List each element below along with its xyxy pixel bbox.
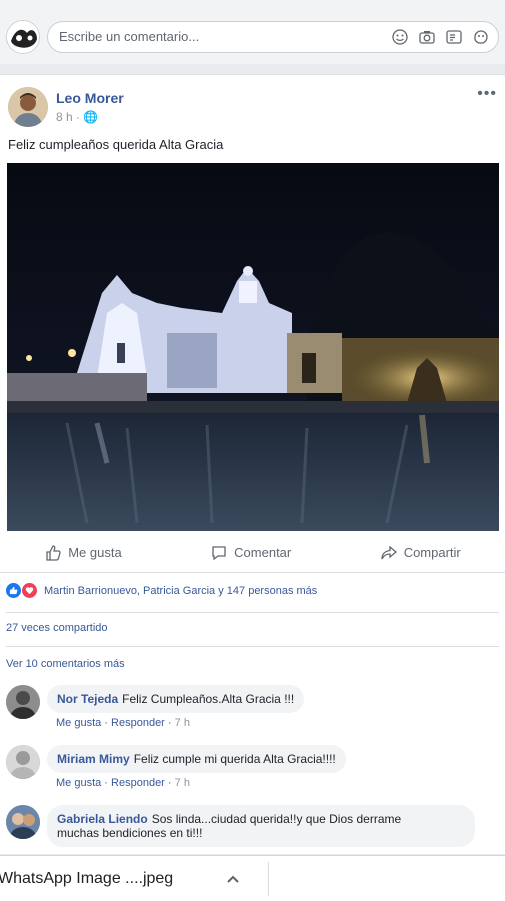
comment-text: Feliz Cumpleaños.Alta Gracia !!! (122, 692, 295, 706)
comment-reply-link[interactable]: Responder (111, 777, 165, 789)
author-name[interactable]: Leo Morer (56, 90, 124, 106)
like-reaction-icon (6, 583, 21, 598)
divider (6, 646, 499, 647)
post-card: Leo Morer 8 h · 🌐 ••• Feliz cumpleaños q… (0, 74, 505, 854)
comment-input-box[interactable] (47, 21, 499, 53)
commenter-name[interactable]: Miriam Mimy (57, 752, 130, 766)
gif-icon[interactable] (445, 28, 463, 46)
current-user-avatar[interactable] (6, 20, 40, 54)
post-photo[interactable] (7, 163, 499, 531)
comment-time[interactable]: 7 h (175, 717, 190, 729)
commenter-avatar[interactable] (6, 805, 40, 839)
comment-text-line-2: muchas bendiciones en ti!!! (57, 826, 203, 840)
chevron-up-icon[interactable] (224, 870, 242, 888)
comment-text: Feliz cumple mi querida Alta Gracia!!!! (133, 752, 336, 766)
divider (268, 862, 269, 896)
like-label: Me gusta (68, 545, 122, 560)
camera-icon[interactable] (418, 28, 436, 46)
comment-button[interactable]: Comentar (210, 544, 291, 562)
comment-actions: Me gusta · Responder · 7 h (56, 777, 190, 789)
author-avatar[interactable] (8, 87, 48, 127)
sticker-icon[interactable] (472, 28, 490, 46)
download-shelf: WhatsApp Image ....jpeg (0, 855, 505, 901)
like-button[interactable]: Me gusta (44, 544, 122, 562)
thumbs-up-icon (46, 544, 61, 561)
post-text: Feliz cumpleaños querida Alta Gracia (8, 137, 224, 152)
comment-reply-link[interactable]: Responder (111, 717, 165, 729)
comment-text: Sos linda...ciudad querida!!y que Dios d… (151, 812, 402, 826)
comment-input[interactable] (59, 29, 379, 44)
view-more-comments-link[interactable]: Ver 10 comentarios más (6, 658, 125, 670)
comment-like-link[interactable]: Me gusta (56, 717, 101, 729)
commenter-avatar[interactable] (6, 685, 40, 719)
commenter-name[interactable]: Nor Tejeda (57, 692, 118, 706)
share-count[interactable]: 27 veces compartido (6, 622, 108, 634)
comment-label: Comentar (234, 545, 292, 560)
post-actions: Me gusta Comentar Compartir (0, 533, 505, 573)
post-timestamp[interactable]: 8 h · 🌐 (56, 110, 98, 124)
share-arrow-icon (381, 545, 397, 559)
comment-like-link[interactable]: Me gusta (56, 777, 101, 789)
commenter-avatar[interactable] (6, 745, 40, 779)
share-button[interactable]: Compartir (380, 544, 461, 562)
comment-time[interactable]: 7 h (175, 777, 190, 789)
reactions-summary[interactable]: Martin Barrionuevo, Patricia Garcia y 14… (6, 583, 317, 598)
speech-bubble-icon (212, 545, 226, 560)
comment-actions: Me gusta · Responder · 7 h (56, 717, 190, 729)
share-label: Compartir (403, 545, 461, 560)
commenter-name[interactable]: Gabriela Liendo (57, 812, 148, 826)
download-filename[interactable]: WhatsApp Image ....jpeg (0, 870, 173, 888)
divider (6, 612, 499, 613)
comment-bubble: Miriam Mimy Feliz cumple mi querida Alta … (47, 745, 346, 773)
love-reaction-icon (22, 583, 37, 598)
comment-bubble: Gabriela Liendo Sos linda...ciudad querid… (47, 805, 475, 847)
post-options-button[interactable]: ••• (477, 85, 497, 103)
comment-bubble: Nor Tejeda Feliz Cumpleaños.Alta Gracia !… (47, 685, 305, 713)
reactions-names[interactable]: Martin Barrionuevo, Patricia Garcia y 14… (44, 585, 317, 597)
comment-composer (0, 0, 505, 64)
emoji-icon[interactable] (391, 28, 409, 46)
